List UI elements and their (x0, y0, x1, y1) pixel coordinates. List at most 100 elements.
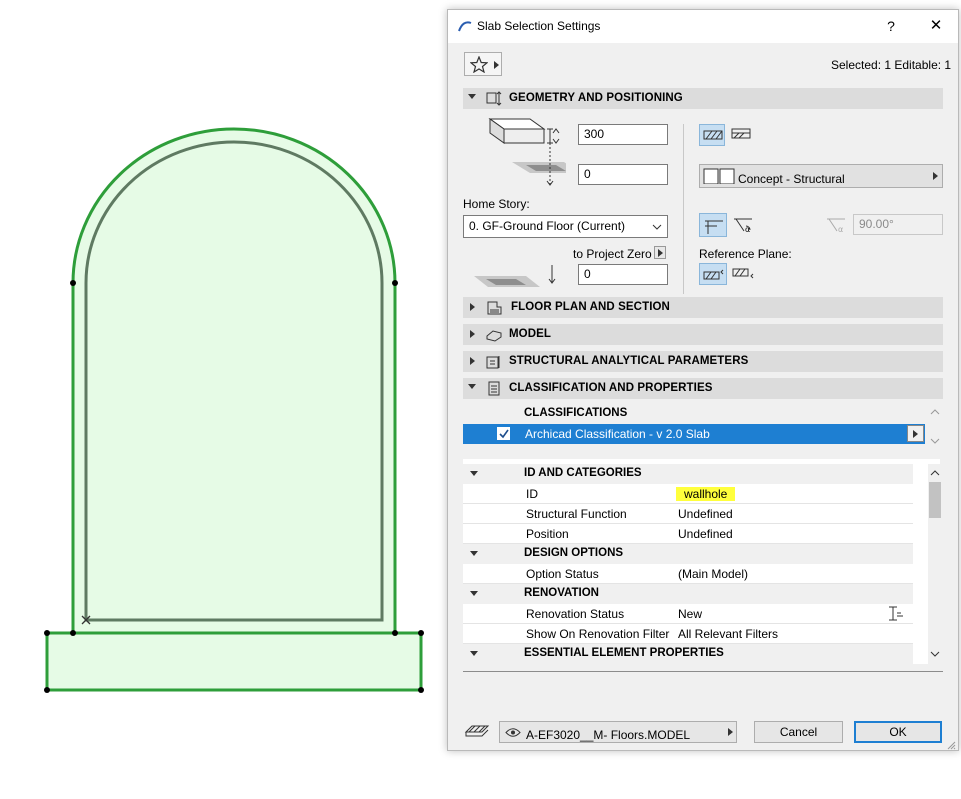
property-row[interactable]: ID wallhole (463, 484, 913, 504)
group-essential-element-properties[interactable]: ESSENTIAL ELEMENT PROPERTIES (463, 644, 913, 664)
home-story-select[interactable]: 0. GF-Ground Floor (Current) (463, 215, 668, 238)
resize-grip-icon[interactable] (947, 741, 956, 750)
property-row[interactable]: Option Status (Main Model) (463, 564, 913, 584)
layer-name: A-EF3020__M- Floors.MODEL (526, 728, 691, 742)
divider (463, 671, 943, 672)
section-classification-and-properties[interactable]: CLASSIFICATION AND PROPERTIES (463, 378, 943, 399)
section-label: CLASSIFICATION AND PROPERTIES (509, 382, 713, 394)
property-value[interactable]: New (678, 607, 702, 621)
slab-thickness-icon (488, 118, 566, 186)
basic-structure-button[interactable] (699, 124, 725, 146)
section-model[interactable]: MODEL (463, 324, 943, 345)
properties-scrollbar[interactable] (928, 464, 942, 664)
thickness-input[interactable]: 300 (578, 124, 668, 145)
reference-plane-label: Reference Plane: (699, 247, 792, 261)
classification-checkbox[interactable] (497, 427, 510, 440)
collapse-arrow-icon (470, 591, 478, 596)
reference-plane-top-button[interactable] (699, 263, 727, 285)
group-label: ESSENTIAL ELEMENT PROPERTIES (524, 647, 724, 659)
hatch-fill-icon (703, 130, 723, 140)
classification-popup-button[interactable] (907, 425, 924, 442)
dialog-title: Slab Selection Settings (477, 19, 601, 33)
property-row[interactable]: Position Undefined (463, 524, 913, 544)
section-label: GEOMETRY AND POSITIONING (509, 92, 683, 104)
classification-row[interactable]: Archicad Classification - v 2.0 Slab (463, 424, 925, 444)
classifications-scrollbar[interactable] (930, 408, 940, 448)
home-story-label: Home Story: (463, 197, 530, 211)
property-row[interactable]: Structural Function Undefined (463, 504, 913, 524)
selection-status: Selected: 1 Editable: 1 (831, 58, 952, 72)
collapse-arrow-icon (470, 471, 478, 476)
offset-input[interactable]: 0 (578, 164, 668, 185)
composite-structure-icon[interactable] (731, 128, 753, 140)
property-value[interactable]: Undefined (678, 507, 733, 521)
caret-right-icon (913, 430, 918, 438)
caret-right-icon (494, 61, 499, 69)
group-label: RENOVATION (524, 587, 599, 599)
structural-analytical-icon (486, 356, 500, 369)
project-zero-input[interactable]: 0 (578, 264, 668, 285)
reference-level-popup-button[interactable] (654, 246, 666, 259)
geometry-icon (486, 91, 502, 106)
property-key: Structural Function (526, 507, 627, 521)
angle-icon: α (827, 218, 845, 234)
vertical-edge-icon (705, 220, 723, 234)
building-material-label: Concept - Structural (738, 172, 845, 186)
expand-arrow-icon (470, 303, 475, 311)
expand-arrow-icon (470, 330, 475, 338)
caret-right-icon (933, 172, 938, 180)
svg-text:α: α (745, 225, 750, 234)
section-floor-plan-and-section[interactable]: FLOOR PLAN AND SECTION (463, 297, 943, 318)
property-key: Renovation Status (526, 607, 625, 621)
custom-angle-edge-icon[interactable]: α (732, 216, 756, 234)
properties-icon (488, 381, 500, 396)
section-structural-analytical-parameters[interactable]: STRUCTURAL ANALYTICAL PARAMETERS (463, 351, 943, 372)
wall-hole-slab-shape[interactable] (44, 127, 424, 693)
scroll-down-icon[interactable] (930, 650, 940, 658)
group-design-options[interactable]: DESIGN OPTIONS (463, 544, 913, 564)
floor-plan-icon (487, 301, 502, 315)
property-key: Show On Renovation Filter (526, 627, 670, 641)
model-icon (486, 330, 502, 342)
property-value-highlighted[interactable]: wallhole (676, 487, 736, 501)
scrollbar-thumb[interactable] (929, 482, 941, 518)
slab-base-rectangle[interactable] (45, 631, 423, 692)
cancel-button[interactable]: Cancel (754, 721, 843, 743)
title-bar[interactable]: Slab Selection Settings ? ✕ (448, 10, 958, 43)
favorites-button[interactable] (464, 52, 502, 76)
help-button[interactable]: ? (879, 15, 903, 37)
star-icon (470, 56, 488, 73)
reference-plane-bottom-icon[interactable] (732, 267, 756, 281)
floor-plan-canvas[interactable] (0, 0, 450, 799)
property-value[interactable]: (Main Model) (678, 567, 748, 581)
expand-arrow-icon (470, 357, 475, 365)
reference-plane-top-icon (703, 269, 724, 280)
property-key: ID (526, 487, 538, 501)
property-value[interactable]: All Relevant Filters (678, 627, 778, 641)
close-button[interactable]: ✕ (924, 15, 948, 37)
archicad-logo-icon (458, 21, 472, 32)
property-key: Option Status (526, 567, 599, 581)
to-project-zero-label: to Project Zero (573, 247, 652, 261)
group-renovation[interactable]: RENOVATION (463, 584, 913, 604)
column-divider (683, 124, 684, 294)
slab-selection-settings-dialog: Slab Selection Settings ? ✕ Selected: 1 … (447, 9, 959, 751)
section-label: FLOOR PLAN AND SECTION (511, 301, 670, 313)
layer-icon (464, 725, 490, 737)
renovation-override-icon[interactable] (886, 605, 906, 623)
property-row[interactable]: Renovation Status New (463, 604, 913, 624)
property-value[interactable]: Undefined (678, 527, 733, 541)
ok-button[interactable]: OK (854, 721, 942, 743)
classification-name: Archicad Classification - v 2.0 Slab (525, 427, 710, 441)
property-row[interactable]: Show On Renovation Filter All Relevant F… (463, 624, 913, 644)
scroll-up-icon[interactable] (930, 469, 940, 477)
building-material-select[interactable]: Concept - Structural (699, 164, 943, 188)
edge-angle-input[interactable]: 90.00° (853, 214, 943, 235)
group-id-and-categories[interactable]: ID AND CATEGORIES (463, 464, 913, 484)
section-label: MODEL (509, 328, 552, 340)
layer-select[interactable]: A-EF3020__M- Floors.MODEL (499, 721, 737, 743)
group-label: DESIGN OPTIONS (524, 547, 624, 559)
section-geometry-positioning[interactable]: GEOMETRY AND POSITIONING (463, 88, 943, 109)
vertical-edge-button[interactable] (699, 213, 727, 237)
slab-outer-outline[interactable] (71, 127, 397, 635)
